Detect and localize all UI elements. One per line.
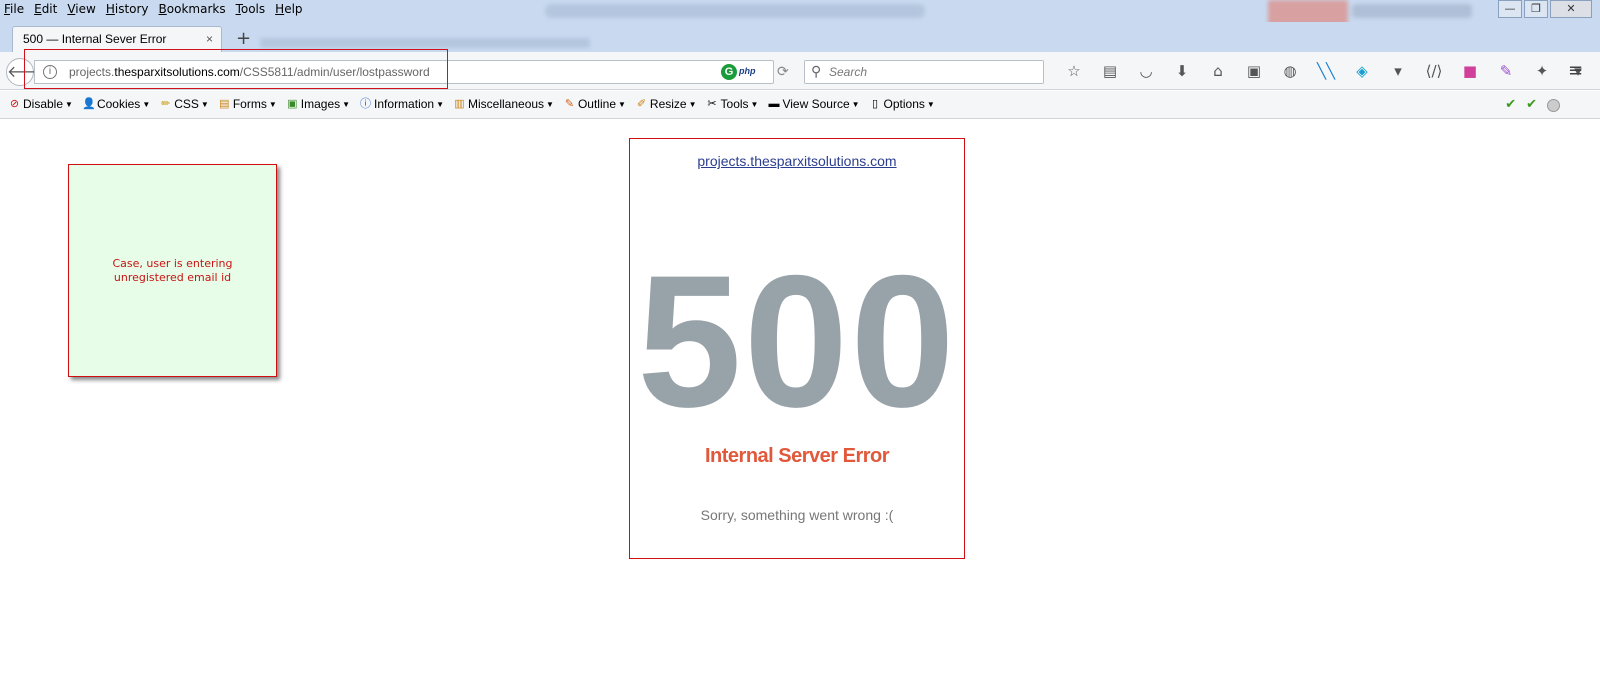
miscellaneous-icon: ▥ bbox=[454, 97, 465, 110]
menu-tools[interactable]: Tools bbox=[236, 2, 266, 16]
blurred-tabs bbox=[260, 38, 590, 48]
code-icon[interactable]: ⟨/⟩ bbox=[1416, 62, 1452, 80]
screenshot-icon[interactable]: ▣ bbox=[1236, 62, 1272, 80]
search-bar[interactable]: ⚲ Search bbox=[804, 60, 1044, 84]
bookmark-star-icon[interactable]: ☆ bbox=[1056, 62, 1092, 80]
download-icon[interactable]: ⬇ bbox=[1164, 62, 1200, 80]
dev-forms[interactable]: ▤ Forms ▼ bbox=[218, 97, 277, 111]
library-icon[interactable]: ╲╲ bbox=[1308, 62, 1344, 80]
restore-button[interactable]: ❐ bbox=[1524, 0, 1548, 18]
menu-help[interactable]: Help bbox=[275, 2, 302, 16]
tab-close-icon[interactable]: × bbox=[206, 27, 213, 51]
dev-images[interactable]: ▣ Images ▼ bbox=[286, 97, 350, 111]
error-title: Internal Server Error bbox=[704, 445, 890, 467]
minimize-button[interactable]: — bbox=[1498, 0, 1522, 18]
information-icon: ⓘ bbox=[360, 97, 372, 110]
window-controls: — ❐ ✕ bbox=[1498, 0, 1592, 18]
php-extension-icon[interactable]: php bbox=[739, 66, 756, 76]
resize-icon: ✐ bbox=[636, 97, 647, 110]
dev-outline[interactable]: ✎ Outline ▼ bbox=[563, 97, 626, 111]
menu-file[interactable]: File bbox=[4, 2, 24, 16]
dev-cookies[interactable]: 👤 Cookies ▼ bbox=[82, 97, 150, 111]
annotation-note: Case, user is entering unregistered emai… bbox=[68, 164, 277, 377]
options-icon: ▯ bbox=[872, 97, 879, 110]
reading-list-icon[interactable]: ▤ bbox=[1092, 62, 1128, 80]
home-icon[interactable]: ⌂ bbox=[1200, 62, 1236, 80]
search-icon: ⚲ bbox=[811, 63, 822, 79]
pocket-icon[interactable]: ◡ bbox=[1128, 62, 1164, 80]
toolbar-icons: ☆ ▤ ◡ ⬇ ⌂ ▣ ◍ ╲╲ ◈ ▾ ⟨/⟩ ■ ✎ ✦ ▾ bbox=[1056, 62, 1596, 80]
feather-icon[interactable]: ✎ bbox=[1488, 62, 1524, 80]
check-icon[interactable]: ✔ bbox=[1505, 97, 1516, 112]
annotation-text: Case, user is entering unregistered emai… bbox=[112, 256, 233, 284]
images-icon: ▣ bbox=[287, 97, 298, 110]
dev-options[interactable]: ▯ Options ▼ bbox=[869, 97, 935, 111]
new-tab-button[interactable]: + bbox=[236, 28, 251, 49]
disable-icon: ⊘ bbox=[9, 97, 20, 110]
blurred-window-title bbox=[545, 4, 925, 18]
dev-tools[interactable]: ✂ Tools ▼ bbox=[706, 97, 758, 111]
dev-information[interactable]: ⓘ Information ▼ bbox=[359, 97, 444, 111]
menu-bar: File Edit View History Bookmarks Tools H… bbox=[4, 2, 313, 16]
menu-bookmarks[interactable]: Bookmarks bbox=[159, 2, 226, 16]
outline-icon: ✎ bbox=[564, 97, 575, 110]
extension-icon[interactable]: ✦ bbox=[1524, 62, 1560, 80]
error-code: 500 bbox=[637, 236, 957, 446]
error-page-box: projects.thesparxitsolutions.com 500 Int… bbox=[629, 138, 965, 559]
forms-icon: ▤ bbox=[219, 97, 230, 110]
hamburger-menu-icon[interactable]: ≡ bbox=[1568, 60, 1583, 81]
status-circle-icon[interactable] bbox=[1547, 99, 1560, 112]
domain-link[interactable]: projects.thesparxitsolutions.com bbox=[630, 153, 964, 169]
close-window-button[interactable]: ✕ bbox=[1550, 0, 1592, 18]
title-bar: File Edit View History Bookmarks Tools H… bbox=[0, 0, 1600, 26]
search-placeholder: Search bbox=[829, 65, 868, 79]
error-message: Sorry, something went wrong :( bbox=[700, 507, 894, 523]
color-picker-icon[interactable]: ■ bbox=[1452, 62, 1488, 80]
tools-icon: ✂ bbox=[707, 97, 717, 110]
web-developer-toolbar: ⊘ Disable ▼ 👤 Cookies ▼ ✏ CSS ▼ ▤ Forms ▼ ▣ Image… bbox=[0, 91, 1600, 119]
dev-view-source[interactable]: ▬ View Source ▼ bbox=[767, 97, 859, 111]
url-annotation-box bbox=[24, 49, 448, 89]
web-icon[interactable]: ◍ bbox=[1272, 62, 1308, 80]
dev-resize[interactable]: ✐ Resize ▼ bbox=[635, 97, 697, 111]
blurred-tray-icons bbox=[1352, 4, 1472, 18]
css-icon: ✏ bbox=[161, 97, 171, 110]
g-extension-icon[interactable]: G bbox=[721, 64, 737, 80]
view-source-icon: ▬ bbox=[768, 97, 780, 110]
menu-edit[interactable]: Edit bbox=[34, 2, 57, 16]
dev-css[interactable]: ✏ CSS ▼ bbox=[159, 97, 209, 111]
dev-status: ✔ ✔ bbox=[1505, 97, 1560, 112]
network-icon[interactable]: ◈ bbox=[1344, 62, 1380, 80]
dropdown-icon[interactable]: ▾ bbox=[1380, 62, 1416, 80]
dev-disable[interactable]: ⊘ Disable ▼ bbox=[8, 97, 73, 111]
reload-icon[interactable]: ⟳ bbox=[777, 63, 789, 80]
dev-miscellaneous[interactable]: ▥ Miscellaneous ▼ bbox=[453, 97, 554, 111]
cookies-icon: 👤 bbox=[81, 97, 96, 110]
tab-title: 500 — Internal Sever Error bbox=[23, 32, 167, 46]
tab-strip: 500 — Internal Sever Error × + bbox=[0, 22, 1600, 52]
menu-view[interactable]: View bbox=[67, 2, 95, 16]
check-icon[interactable]: ✔ bbox=[1526, 97, 1537, 112]
menu-history[interactable]: History bbox=[106, 2, 149, 16]
